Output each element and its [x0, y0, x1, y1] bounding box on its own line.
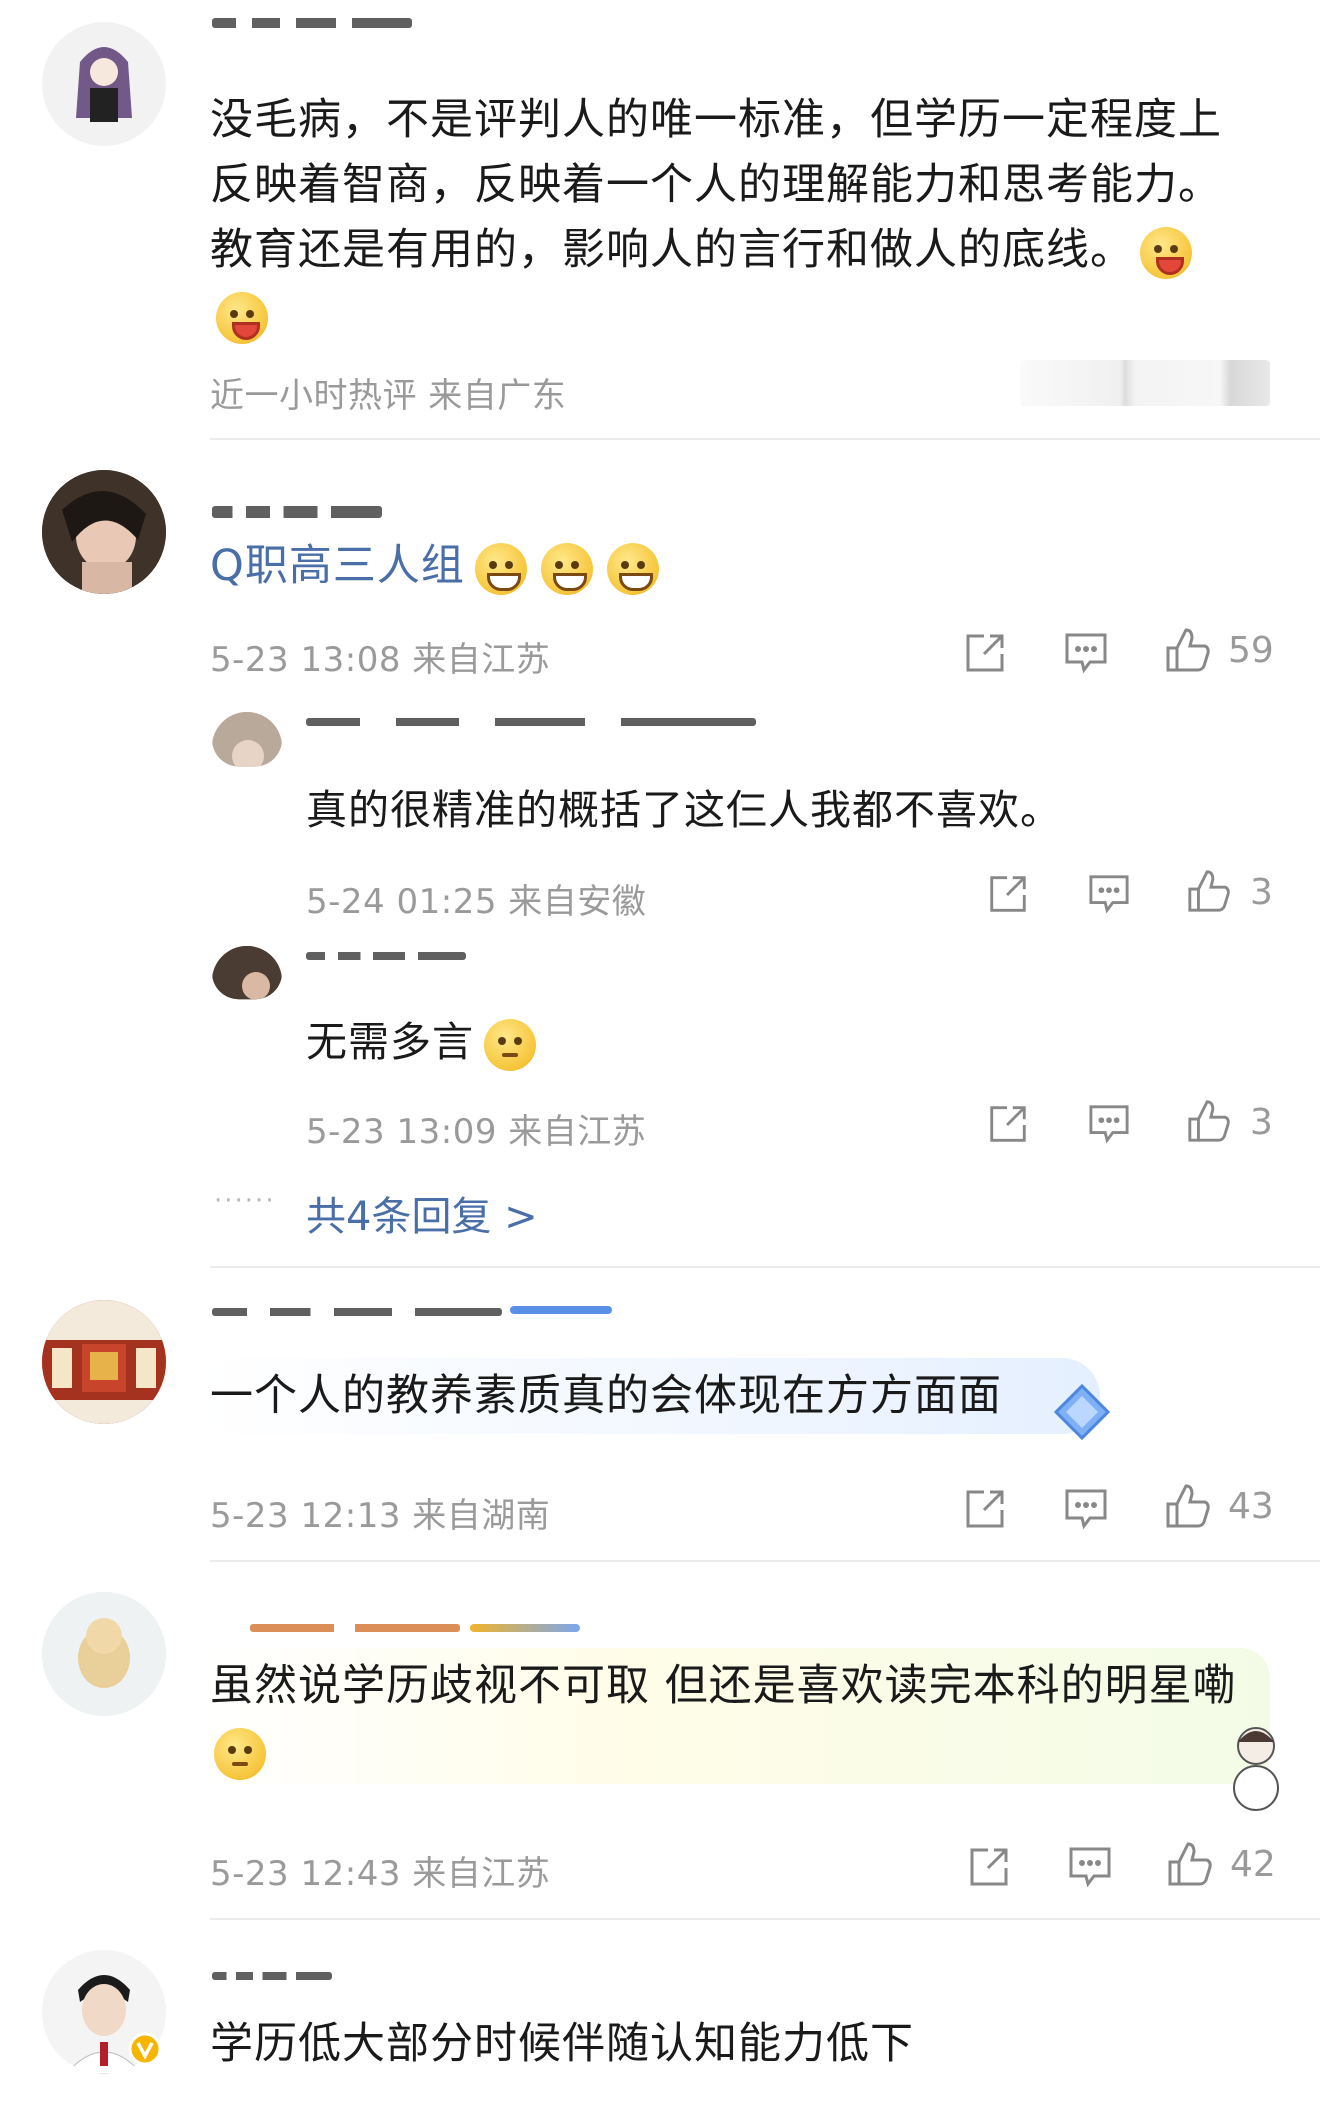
like-count: 59 [1228, 630, 1274, 671]
avatar[interactable] [42, 1300, 166, 1424]
avatar[interactable] [42, 1592, 166, 1716]
comment-text: 学历低大部分时候伴随认知能力低下 [210, 2019, 914, 2069]
share-icon[interactable] [966, 1844, 1012, 1894]
view-more-replies-link[interactable]: 共4条回复 > [306, 1184, 538, 1242]
eating-emoji-icon [216, 291, 268, 344]
like-icon[interactable] [1166, 1840, 1214, 1892]
share-icon[interactable] [962, 1486, 1008, 1536]
avatar[interactable] [212, 712, 282, 767]
username-blurred[interactable] [250, 1624, 460, 1632]
like-count: 3 [1250, 1102, 1273, 1143]
verified-badge-icon [128, 2032, 162, 2070]
share-icon[interactable] [962, 630, 1008, 680]
username-blurred[interactable] [212, 18, 412, 28]
like-icon[interactable] [1164, 626, 1212, 678]
avatar[interactable] [212, 946, 282, 1000]
like-count: 42 [1230, 1844, 1276, 1885]
avatar[interactable] [42, 22, 166, 146]
username-blurred[interactable] [306, 952, 466, 960]
grin-emoji-icon [540, 542, 593, 595]
search-topic-link[interactable]: Q职高三人组 [210, 541, 465, 591]
reply-text: 无需多言 [306, 1012, 536, 1072]
cartoon-girl-decoration-icon [1226, 1722, 1286, 1818]
comment-text: 没毛病，不是评判人的唯一标准，但学历一定程度上 反映着智商，反映着一个人的理解能… [210, 88, 1270, 348]
comment-meta: 5-23 12:43 来自江苏 [210, 1854, 551, 1894]
thinking-emoji-icon [214, 1727, 266, 1780]
like-icon[interactable] [1186, 1098, 1232, 1148]
reply-meta: 5-23 13:09 来自江苏 [306, 1112, 647, 1152]
more-dots: ······ [214, 1186, 276, 1216]
divider [210, 1560, 1320, 1562]
like-count: 3 [1250, 872, 1273, 913]
thinking-emoji-icon [484, 1019, 536, 1071]
username-blurred[interactable] [212, 506, 382, 518]
comment-icon[interactable] [1064, 632, 1108, 678]
fan-badge-icon [470, 1624, 580, 1632]
share-icon[interactable] [986, 872, 1030, 920]
like-count: 43 [1228, 1486, 1274, 1527]
comment-icon[interactable] [1088, 1104, 1130, 1148]
comment-icon[interactable] [1068, 1846, 1112, 1892]
blurred-action-bar [1020, 360, 1270, 406]
divider [210, 438, 1320, 440]
avatar[interactable] [42, 470, 166, 594]
eating-emoji-icon [1140, 226, 1192, 279]
comment-meta: 5-23 13:08 来自江苏 [210, 640, 551, 680]
like-icon[interactable] [1164, 1482, 1212, 1534]
comment-text: 虽然说学历歧视不可取 但还是喜欢读完本科的明星嘞 [210, 1654, 1237, 1784]
username-blurred[interactable] [212, 1308, 502, 1316]
comment-text: 一个人的教养素质真的会体现在方方面面 [210, 1371, 1002, 1421]
username-blurred[interactable] [306, 718, 756, 726]
share-icon[interactable] [986, 1102, 1030, 1150]
comment-meta: 近一小时热评 来自广东 [210, 376, 567, 416]
diamond-badge-icon [1050, 1380, 1114, 1448]
reply-meta: 5-24 01:25 来自安徽 [306, 882, 647, 922]
comment-icon[interactable] [1064, 1488, 1108, 1534]
grin-emoji-icon [606, 542, 659, 595]
username-blurred[interactable] [212, 1972, 332, 1980]
like-icon[interactable] [1186, 868, 1232, 918]
super-topic-badge-icon [510, 1306, 612, 1314]
divider [210, 1266, 1320, 1268]
divider [210, 1918, 1320, 1920]
grin-emoji-icon [474, 542, 527, 595]
reply-text: 真的很精准的概括了这仨人我都不喜欢。 [306, 786, 1062, 834]
comment-icon[interactable] [1088, 874, 1130, 918]
comment-meta: 5-23 12:13 来自湖南 [210, 1496, 551, 1536]
comment-text: Q职高三人组 [210, 534, 659, 599]
